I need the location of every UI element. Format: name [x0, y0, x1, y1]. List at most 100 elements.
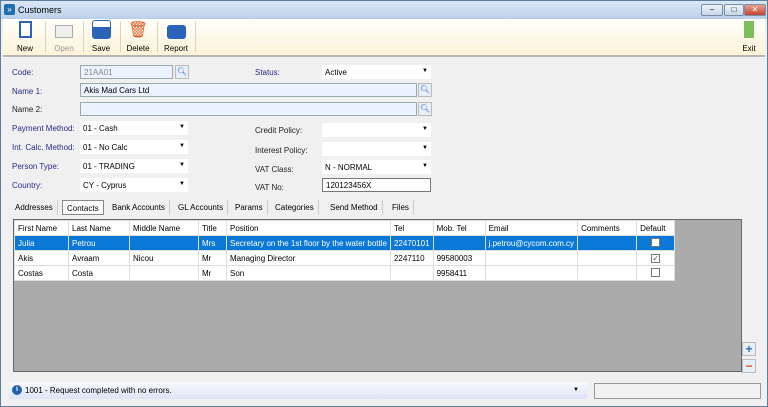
exit-label: Exit	[742, 44, 756, 53]
person-type-select[interactable]: 01 - TRADING ▼	[80, 159, 188, 173]
table-row[interactable]: Costas Costa Mr Son 9958411	[14, 265, 676, 281]
interest-policy-select[interactable]: ▼	[322, 142, 431, 156]
default-checkbox-cell[interactable]	[636, 235, 676, 251]
table-cell[interactable]: 2247110	[389, 250, 434, 266]
table-cell[interactable]: Mr	[198, 250, 227, 266]
table-cell[interactable]	[129, 235, 199, 251]
payment-method-label: Payment Method:	[12, 124, 75, 133]
table-cell[interactable]: Akis	[14, 250, 69, 266]
tab-send-method[interactable]: Send Method	[326, 200, 383, 215]
exit-door-icon	[739, 21, 759, 41]
table-cell[interactable]	[484, 265, 579, 281]
tab-params[interactable]: Params	[231, 200, 268, 215]
payment-method-value: 01 - Cash	[83, 124, 118, 133]
status-value: Active	[325, 68, 347, 77]
table-cell[interactable]: Julia	[14, 235, 69, 251]
column-header[interactable]: Title	[198, 220, 227, 236]
table-row[interactable]: Julia Petrou Mrs Secretary on the 1st floor…	[14, 235, 676, 251]
tab-gl-accounts[interactable]: GL Accounts	[174, 200, 229, 215]
table-cell[interactable]	[577, 265, 638, 281]
interest-policy-label: Interest Policy:	[255, 146, 308, 155]
name1-search-button[interactable]: 🔍︎	[418, 83, 432, 97]
name2-search-button[interactable]: 🔍︎	[418, 102, 432, 116]
table-cell[interactable]	[577, 235, 638, 251]
app-icon: »	[4, 4, 15, 15]
title-bar: » Customers – □ ✕	[1, 1, 767, 19]
person-type-value: 01 - TRADING	[83, 162, 135, 171]
table-cell[interactable]: Petrou	[68, 235, 130, 251]
tab-categories[interactable]: Categories	[271, 200, 319, 215]
table-cell[interactable]: Secretary on the 1st floor by the water …	[226, 235, 391, 251]
status-select[interactable]: Active ▼	[322, 65, 431, 79]
status-label: Status:	[255, 68, 280, 77]
status-dropdown-icon[interactable]: ▼	[573, 387, 579, 393]
vat-no-input[interactable]: 120123456X	[322, 178, 431, 192]
toolbar: New Open Save 🗑 Delete Report Exit	[3, 19, 765, 57]
status-message: 1001 - Request completed with no errors.	[25, 386, 172, 395]
table-cell[interactable]: Managing Director	[226, 250, 391, 266]
column-header[interactable]: Email	[484, 220, 579, 236]
add-row-button[interactable]: +	[742, 342, 756, 356]
contacts-table: First Name Last Name Middle Name Title Posit…	[14, 220, 676, 281]
save-label: Save	[91, 44, 111, 53]
code-search-button[interactable]: 🔍︎	[175, 65, 189, 79]
table-cell[interactable]: 22470101	[389, 235, 434, 251]
open-button[interactable]: Open	[49, 21, 79, 55]
default-checkbox[interactable]	[651, 237, 661, 247]
chevron-down-icon: ▼	[422, 126, 428, 132]
table-cell[interactable]	[389, 265, 434, 281]
save-button[interactable]: Save	[87, 20, 115, 55]
payment-method-select[interactable]: 01 - Cash ▼	[80, 121, 188, 135]
column-header[interactable]: Comments	[577, 220, 638, 236]
column-header[interactable]: Last Name	[68, 220, 130, 236]
remove-row-button[interactable]: −	[742, 359, 756, 373]
minimize-button[interactable]: –	[701, 4, 723, 16]
table-cell[interactable]: Mr	[198, 265, 227, 281]
table-cell[interactable]	[432, 235, 486, 251]
maximize-button[interactable]: □	[724, 4, 744, 16]
window-title: Customers	[18, 5, 62, 15]
table-cell[interactable]: Nicou	[129, 250, 199, 266]
vat-class-select[interactable]: N - NORMAL ▼	[322, 160, 431, 174]
name2-input[interactable]	[80, 102, 417, 116]
tab-addresses[interactable]: Addresses	[11, 200, 58, 215]
report-button[interactable]: Report	[160, 21, 192, 55]
credit-policy-select[interactable]: ▼	[322, 123, 431, 137]
chevron-down-icon: ▼	[422, 68, 428, 74]
close-button[interactable]: ✕	[744, 4, 766, 16]
column-header[interactable]: Position	[226, 220, 391, 236]
table-cell[interactable]: Mrs	[198, 235, 227, 251]
table-cell[interactable]: j.petrou@cycom.com.cy	[484, 235, 579, 251]
delete-button[interactable]: 🗑 Delete	[123, 21, 153, 55]
default-checkbox[interactable]: ✓	[651, 253, 661, 263]
chevron-down-icon: ▼	[422, 163, 428, 169]
tab-contacts[interactable]: Contacts	[62, 200, 104, 215]
tab-files[interactable]: Files	[388, 200, 414, 215]
table-cell[interactable]	[484, 250, 579, 266]
table-cell[interactable]: Son	[226, 265, 391, 281]
table-cell[interactable]: Costas	[14, 265, 69, 281]
new-button[interactable]: New	[11, 21, 39, 55]
table-cell[interactable]	[129, 265, 199, 281]
column-header[interactable]: Default	[636, 220, 676, 236]
table-cell[interactable]: 9958411	[432, 265, 486, 281]
default-checkbox-cell[interactable]	[636, 265, 676, 281]
column-header[interactable]: Mob. Tel	[432, 220, 486, 236]
default-checkbox-cell[interactable]: ✓	[636, 250, 676, 266]
table-cell[interactable]: Avraam	[68, 250, 130, 266]
code-input[interactable]: 21AA01	[80, 65, 173, 79]
table-cell[interactable]: 99580003	[432, 250, 486, 266]
report-label: Report	[163, 44, 188, 53]
exit-button[interactable]: Exit	[739, 21, 759, 55]
column-header[interactable]: First Name	[14, 220, 69, 236]
default-checkbox[interactable]	[651, 267, 661, 277]
table-row[interactable]: Akis Avraam Nicou Mr Managing Director 224711…	[14, 250, 676, 266]
tab-bank-accounts[interactable]: Bank Accounts	[108, 200, 170, 215]
int-calc-select[interactable]: 01 - No Calc ▼	[80, 140, 188, 154]
country-select[interactable]: CY - Cyprus ▼	[80, 178, 188, 192]
column-header[interactable]: Middle Name	[129, 220, 199, 236]
name1-input[interactable]: Akis Mad Cars Ltd	[80, 83, 417, 97]
table-cell[interactable]: Costa	[68, 265, 130, 281]
column-header[interactable]: Tel	[389, 220, 434, 236]
table-cell[interactable]	[577, 250, 638, 266]
